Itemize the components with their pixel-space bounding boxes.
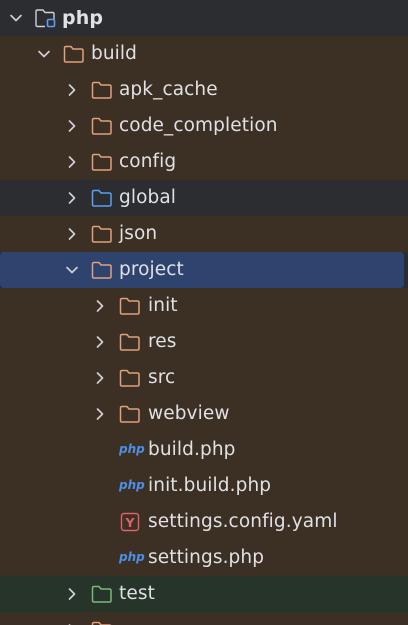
folder-icon (119, 333, 140, 351)
chevron-right-icon[interactable] (63, 117, 81, 135)
tree-item-label: settings.php (148, 547, 265, 568)
chevron-right-icon[interactable] (91, 369, 109, 387)
project-tree: php build apk_cache code_completion conf… (0, 0, 408, 625)
tree-row-global[interactable]: global (0, 180, 408, 216)
chevron-right-icon[interactable] (91, 405, 109, 423)
tree-row-config[interactable]: config (0, 144, 408, 180)
tree-row-src[interactable]: src (0, 360, 408, 396)
yaml-file-icon: Y (120, 512, 140, 532)
folder-icon (91, 189, 112, 207)
tree-row-webview[interactable]: webview (0, 396, 408, 432)
tree-row-json[interactable]: json (0, 216, 408, 252)
module-folder-icon (35, 9, 56, 28)
chevron-down-icon[interactable] (63, 261, 81, 279)
chevron-down-icon[interactable] (35, 45, 53, 63)
tree-row-settings-php[interactable]: php settings.php (0, 540, 408, 576)
tree-item-label: res (148, 331, 177, 352)
tree-item-label: settings.config.yaml (148, 511, 338, 532)
tree-item-label: build.php (148, 439, 236, 460)
tree-item-label: php (62, 7, 104, 29)
tree-item-label: src (148, 367, 176, 388)
folder-icon (91, 621, 112, 625)
folder-icon (91, 585, 112, 603)
tree-item-label: config (119, 151, 177, 172)
tree-item-label: webview (148, 403, 230, 424)
folder-icon (91, 81, 112, 99)
chevron-right-icon[interactable] (63, 621, 81, 625)
chevron-right-icon[interactable] (63, 225, 81, 243)
tree-row-php[interactable]: php (0, 0, 408, 36)
tree-item-label: project (119, 259, 184, 280)
tree-row-project[interactable]: project (0, 252, 404, 288)
chevron-right-icon[interactable] (63, 81, 81, 99)
tree-item-label: json (119, 223, 158, 244)
chevron-right-icon[interactable] (63, 153, 81, 171)
chevron-right-icon[interactable] (91, 333, 109, 351)
tree-row-test[interactable]: test (0, 576, 408, 612)
chevron-right-icon[interactable] (91, 297, 109, 315)
folder-icon (63, 45, 84, 63)
svg-text:Y: Y (124, 515, 135, 530)
folder-icon (91, 225, 112, 243)
tree-row-settings-config-yaml[interactable]: Y settings.config.yaml (0, 504, 408, 540)
tree-item-label: build (91, 43, 137, 64)
chevron-right-icon[interactable] (63, 585, 81, 603)
tree-item-label: code_completion (119, 115, 278, 136)
tree-item-label: global (119, 187, 177, 208)
folder-icon (91, 153, 112, 171)
tree-row-res[interactable]: res (0, 324, 408, 360)
tree-row-partial[interactable] (0, 612, 408, 625)
tree-item-label: init (148, 295, 178, 316)
folder-icon (91, 117, 112, 135)
tree-row-build[interactable]: build (0, 36, 408, 72)
chevron-right-icon[interactable] (63, 189, 81, 207)
tree-row-init[interactable]: init (0, 288, 408, 324)
tree-item-label: init.build.php (148, 475, 272, 496)
tree-item-label: test (119, 583, 155, 604)
folder-icon (119, 369, 140, 387)
tree-row-build-php[interactable]: php build.php (0, 432, 408, 468)
tree-item-label: apk_cache (119, 79, 218, 100)
php-file-icon: php (119, 550, 145, 564)
tree-row-code-completion[interactable]: code_completion (0, 108, 408, 144)
folder-icon (119, 297, 140, 315)
chevron-down-icon[interactable] (7, 9, 25, 27)
php-file-icon: php (119, 442, 145, 456)
php-file-icon: php (119, 478, 145, 492)
folder-icon (91, 261, 112, 279)
tree-row-init-build-php[interactable]: php init.build.php (0, 468, 408, 504)
tree-row-apk-cache[interactable]: apk_cache (0, 72, 408, 108)
folder-icon (119, 405, 140, 423)
